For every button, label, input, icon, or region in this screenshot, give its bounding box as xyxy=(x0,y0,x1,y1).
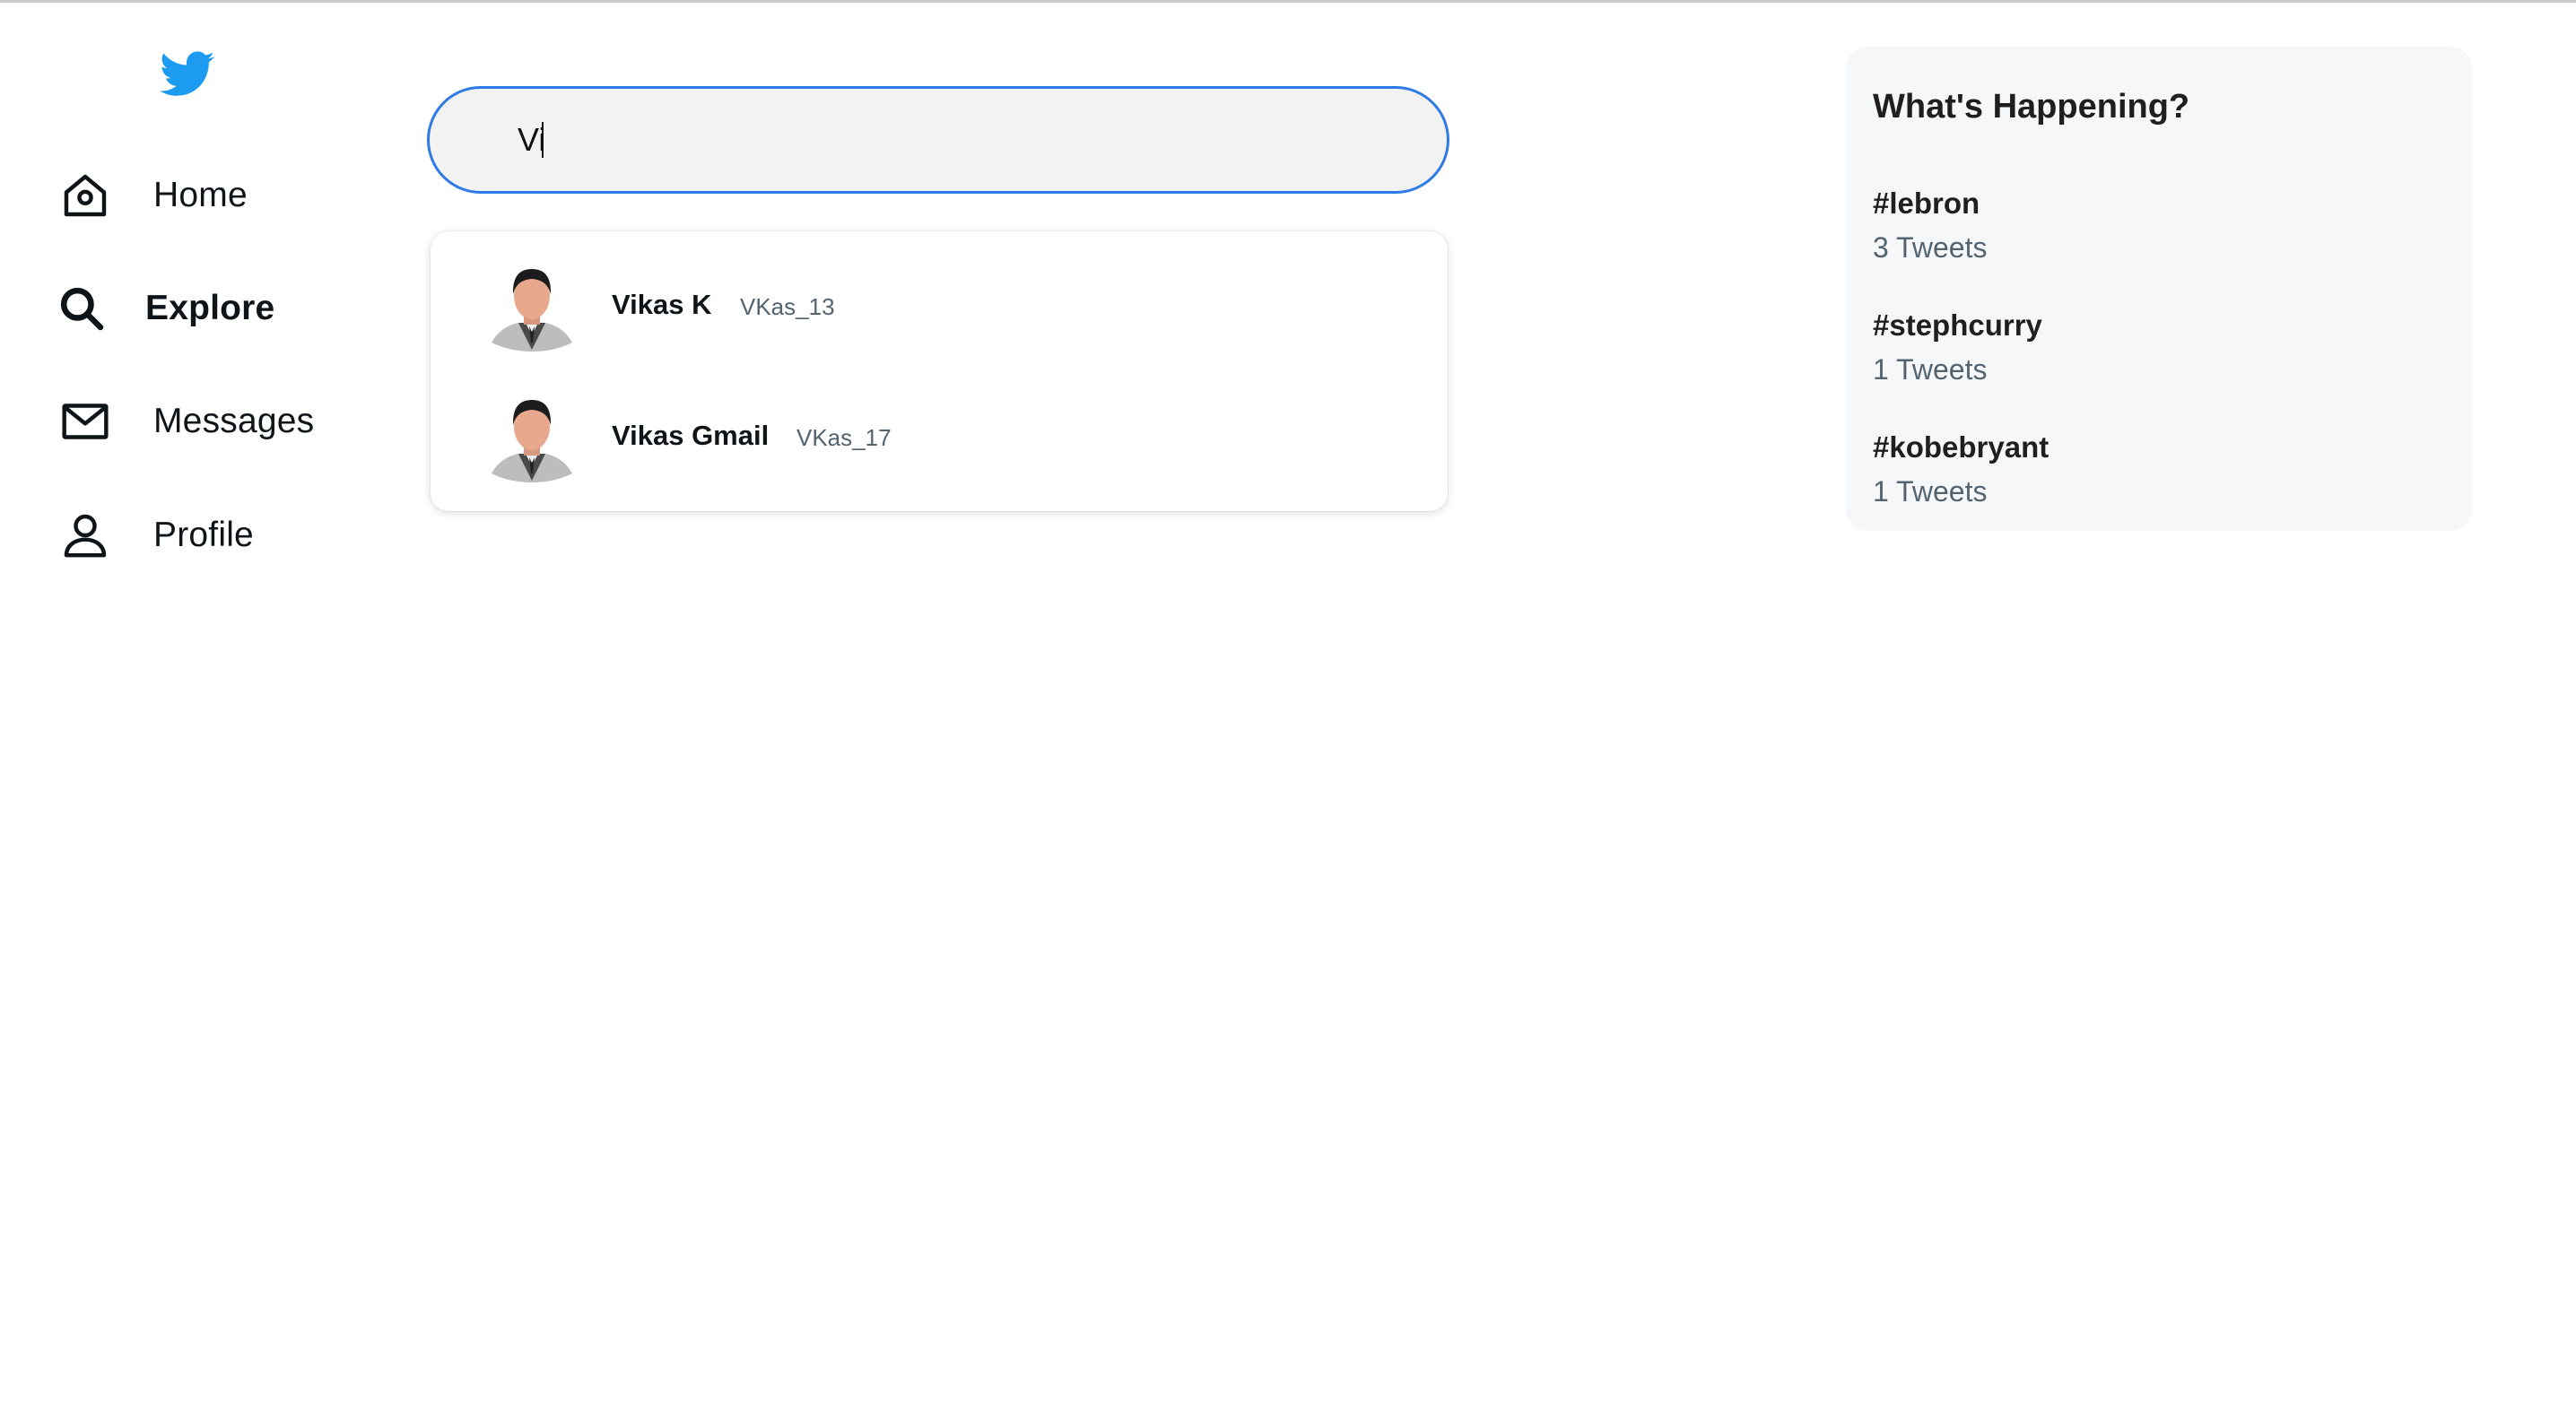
search-box[interactable] xyxy=(427,86,1449,194)
sidebar-item-explore[interactable]: Explore xyxy=(54,273,377,344)
trend-hashtag: #stephcurry xyxy=(1873,308,2042,342)
user-icon xyxy=(57,508,113,563)
sidebar-item-label: Messages xyxy=(153,402,315,440)
sidebar-item-home[interactable]: Home xyxy=(57,160,380,231)
result-handle: VKas_17 xyxy=(796,424,892,451)
trend-hashtag: #lebron xyxy=(1873,187,1980,220)
home-icon xyxy=(57,168,113,223)
result-handle: VKas_13 xyxy=(740,293,835,320)
search-result-row[interactable]: Vikas K VKas_13 xyxy=(431,244,1448,369)
result-name: Vikas Gmail xyxy=(612,420,770,451)
trend-item[interactable]: #kobebryant 1 Tweets xyxy=(1873,430,2447,529)
avatar xyxy=(492,393,572,482)
text-caret xyxy=(542,122,544,158)
sidebar-item-label: Explore xyxy=(145,289,275,327)
sidebar-item-profile[interactable]: Profile xyxy=(57,499,380,571)
trend-item[interactable]: #stephcurry 1 Tweets xyxy=(1873,308,2447,407)
trend-count: 1 Tweets xyxy=(1873,475,1988,508)
trend-item[interactable]: #lebron 3 Tweets xyxy=(1873,187,2447,285)
mail-icon xyxy=(57,394,113,449)
avatar xyxy=(492,262,572,352)
trend-count: 3 Tweets xyxy=(1873,231,1988,264)
trend-count: 1 Tweets xyxy=(1873,353,1988,386)
result-name: Vikas K xyxy=(612,289,712,320)
sidebar-item-label: Home xyxy=(153,176,248,214)
sidebar-item-label: Profile xyxy=(153,516,254,554)
search-icon xyxy=(54,281,109,336)
trends-panel: What's Happening? #lebron 3 Tweets #step… xyxy=(1846,47,2472,531)
sidebar-item-messages[interactable]: Messages xyxy=(57,386,380,457)
trends-title: What's Happening? xyxy=(1873,88,2190,126)
window-top-border xyxy=(0,0,2576,3)
twitter-bird-icon[interactable] xyxy=(160,50,215,99)
search-result-row[interactable]: Vikas Gmail VKas_17 xyxy=(431,375,1448,500)
trend-hashtag: #kobebryant xyxy=(1873,430,2049,464)
search-input[interactable] xyxy=(518,89,1447,191)
